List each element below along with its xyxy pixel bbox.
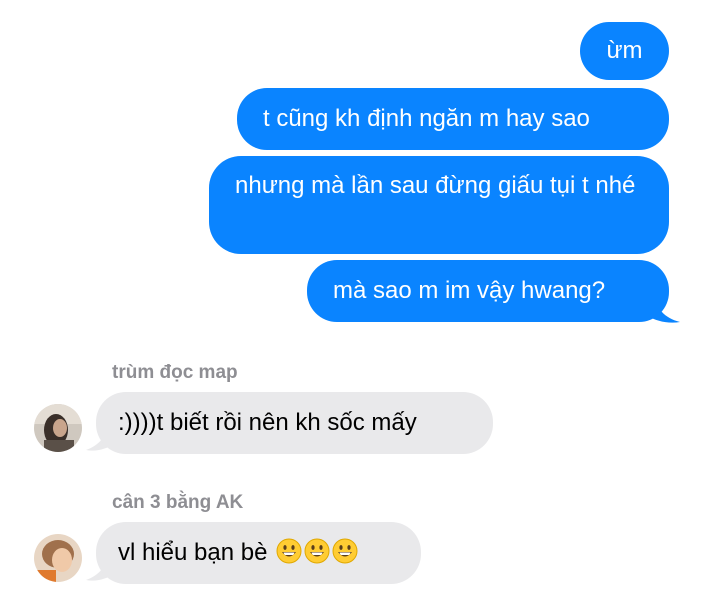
avatar-photo	[34, 404, 82, 452]
emoji-group	[274, 538, 358, 566]
avatar[interactable]	[34, 534, 82, 582]
grinning-face-emoji	[276, 538, 302, 564]
outgoing-message[interactable]: mà sao m im vậy hwang?	[307, 260, 669, 322]
sender-name: cân 3 bằng AK	[112, 492, 244, 513]
avatar-photo	[34, 534, 82, 582]
message-text: ừm	[606, 37, 643, 64]
outgoing-message[interactable]: nhưng mà lần sau đừng giấu tụi t nhé	[209, 156, 669, 254]
avatar[interactable]	[34, 404, 82, 452]
outgoing-bubble-tail	[648, 294, 680, 323]
message-text: :))))t biết rồi nên kh sốc mấy	[118, 409, 417, 436]
message-text: t cũng kh định ngăn m hay sao	[263, 105, 590, 132]
grinning-face-emoji	[304, 538, 330, 564]
message-text: nhưng mà lần sau đừng giấu tụi t nhé	[235, 172, 636, 199]
outgoing-message[interactable]: ừm	[580, 22, 669, 80]
sender-name: trùm đọc map	[112, 362, 238, 383]
message-text: vl hiểu bạn bè	[118, 539, 268, 566]
grinning-face-emoji	[332, 538, 358, 564]
message-thread: ừm t cũng kh định ngăn m hay sao nhưng m…	[0, 0, 716, 604]
incoming-message[interactable]: :))))t biết rồi nên kh sốc mấy	[96, 392, 493, 454]
incoming-message[interactable]: vl hiểu bạn bè	[96, 522, 421, 584]
outgoing-message[interactable]: t cũng kh định ngăn m hay sao	[237, 88, 669, 150]
message-text: mà sao m im vậy hwang?	[333, 277, 606, 304]
